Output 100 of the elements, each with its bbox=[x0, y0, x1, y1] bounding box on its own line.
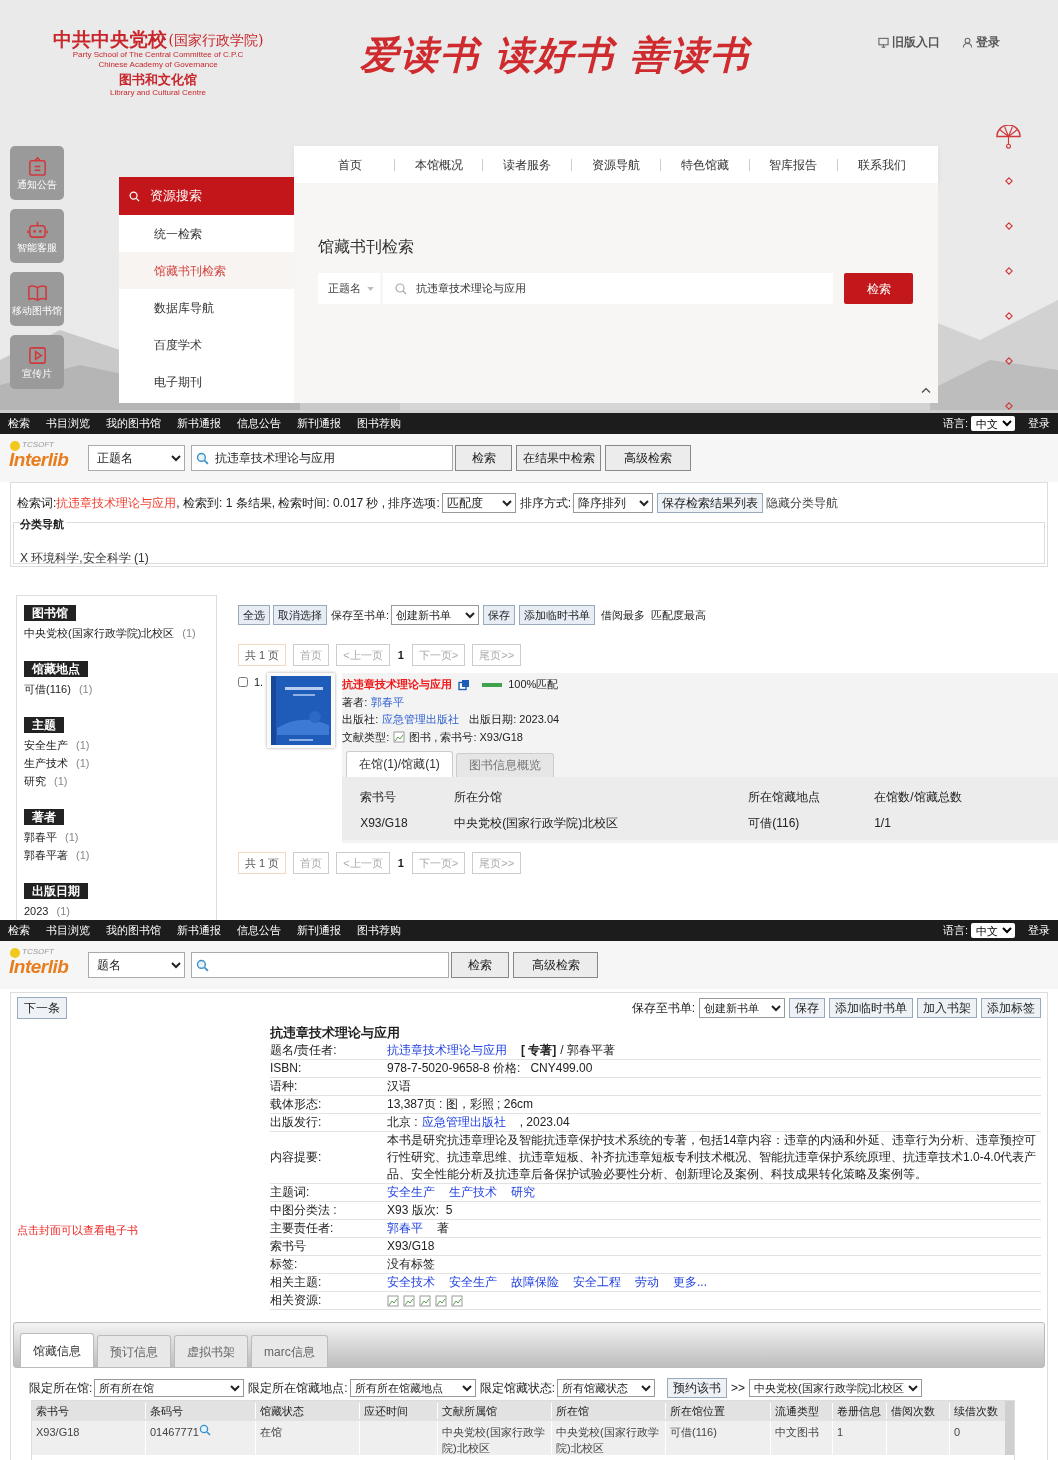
menu-link[interactable]: 检索 bbox=[8, 415, 30, 432]
menu-link[interactable]: 新刊通报 bbox=[297, 922, 341, 939]
language-select[interactable]: 中文 bbox=[971, 416, 1015, 431]
toolbar-button[interactable]: 保存 bbox=[789, 998, 825, 1018]
menu-link[interactable]: 我的图书馆 bbox=[106, 922, 161, 939]
search-button[interactable]: 高级检索 bbox=[513, 952, 598, 978]
search-button[interactable]: 检索 bbox=[451, 952, 509, 978]
menu-link[interactable]: 书目浏览 bbox=[46, 415, 90, 432]
menu-item[interactable]: 百度学术 bbox=[119, 326, 294, 363]
nav-link[interactable]: 本馆概况 bbox=[394, 155, 483, 174]
facet-link[interactable]: 郭春平著 bbox=[24, 846, 68, 864]
booklist-select[interactable]: 创建新书单 bbox=[699, 998, 785, 1018]
menu-item[interactable]: 数据库导航 bbox=[119, 289, 294, 326]
detail-tab[interactable]: 虚拟书架 bbox=[174, 1335, 248, 1367]
link[interactable]: 抗违章技术理论与应用 bbox=[387, 1042, 507, 1059]
toolbar-button[interactable]: 全选 bbox=[238, 605, 270, 625]
search-button[interactable]: 检索 bbox=[455, 445, 512, 471]
link[interactable]: 安全生产 bbox=[449, 1274, 497, 1291]
diamond-icon[interactable] bbox=[1004, 402, 1013, 410]
menu-link[interactable]: 新书通报 bbox=[177, 415, 221, 432]
field-select[interactable]: 正题名 bbox=[88, 445, 185, 471]
add-temp-list-button[interactable]: 添加临时书单 bbox=[519, 605, 596, 625]
menu-link[interactable]: 书目浏览 bbox=[46, 922, 90, 939]
result-tab[interactable]: 在馆(1)/馆藏(1) bbox=[346, 751, 453, 777]
link[interactable]: 更多... bbox=[673, 1274, 707, 1291]
detail-tab[interactable]: marc信息 bbox=[251, 1335, 328, 1367]
menu-link[interactable]: 新书通报 bbox=[177, 922, 221, 939]
menu-link[interactable]: 我的图书馆 bbox=[106, 415, 161, 432]
result-title-link[interactable]: 抗违章技术理论与应用 bbox=[342, 676, 453, 694]
search-field[interactable]: 抗违章技术理论与应用 bbox=[191, 445, 453, 471]
top-link[interactable]: 登录 bbox=[962, 34, 1000, 50]
broken-image-icon[interactable] bbox=[419, 1294, 431, 1307]
category-link[interactable]: X 环境科学,安全科学 (1) bbox=[20, 551, 149, 565]
facet-link[interactable]: 中央党校(国家行政学院)北校区 bbox=[24, 624, 175, 642]
link[interactable]: 劳动 bbox=[635, 1274, 659, 1291]
search-button[interactable]: 在结果中检索 bbox=[516, 445, 601, 471]
order-select[interactable]: 降序排列 bbox=[573, 493, 654, 513]
detail-tab[interactable]: 馆藏信息 bbox=[20, 1333, 94, 1367]
facet-link[interactable]: 安全生产 bbox=[24, 736, 68, 754]
toolbar-button[interactable]: 添加临时书单 bbox=[829, 998, 913, 1018]
toolbar-button[interactable]: 取消选择 bbox=[273, 605, 327, 625]
broken-image-icon[interactable] bbox=[451, 1294, 463, 1307]
link[interactable]: 安全生产 bbox=[387, 1184, 435, 1201]
toolbar-button[interactable]: 加入书架 bbox=[917, 998, 977, 1018]
next-record-button[interactable]: 下一条 bbox=[17, 997, 67, 1019]
result-tab[interactable]: 图书信息概览 bbox=[455, 753, 554, 777]
branch-select[interactable]: 中央党校(国家行政学院)北校区 bbox=[749, 1379, 923, 1397]
broken-image-icon[interactable] bbox=[387, 1294, 399, 1307]
link[interactable]: 研究 bbox=[511, 1184, 535, 1201]
link[interactable]: 安全工程 bbox=[573, 1274, 621, 1291]
diamond-icon[interactable] bbox=[1004, 177, 1013, 185]
link[interactable]: 郭春平 bbox=[387, 1220, 423, 1237]
top-link[interactable]: 旧版入口 bbox=[878, 34, 940, 50]
detail-tab[interactable]: 预订信息 bbox=[97, 1335, 171, 1367]
field-select[interactable]: 题名 bbox=[88, 952, 185, 978]
facet-link[interactable]: 郭春平 bbox=[24, 828, 57, 846]
link[interactable]: 安全技术 bbox=[387, 1274, 435, 1291]
menu-link[interactable]: 新刊通报 bbox=[297, 415, 341, 432]
menu-item[interactable]: 统一检索 bbox=[119, 215, 294, 252]
broken-image-icon[interactable] bbox=[435, 1294, 447, 1307]
sort-link[interactable]: 借阅最多 bbox=[601, 606, 646, 624]
field-select[interactable]: 正题名 bbox=[318, 273, 380, 304]
save-results-button[interactable]: 保存检索结果列表 bbox=[657, 493, 764, 513]
search-field[interactable]: 抗违章技术理论与应用 bbox=[383, 273, 833, 304]
filter-select[interactable]: 所有所在馆 bbox=[94, 1379, 245, 1397]
menu-item[interactable]: 馆藏书刊检索 bbox=[119, 252, 294, 289]
up-caret-icon[interactable] bbox=[921, 387, 931, 393]
toolbar-button[interactable]: 添加标签 bbox=[981, 998, 1041, 1018]
link[interactable]: 生产技术 bbox=[449, 1184, 497, 1201]
menu-link[interactable]: 检索 bbox=[8, 922, 30, 939]
hide-navigation-link[interactable]: 隐藏分类导航 bbox=[766, 494, 839, 512]
nav-link[interactable]: 联系我们 bbox=[838, 155, 927, 174]
search-icon[interactable] bbox=[198, 1424, 211, 1436]
search-button[interactable]: 高级检索 bbox=[605, 445, 691, 471]
publisher-link[interactable]: 应急管理出版社 bbox=[382, 711, 460, 729]
filter-select[interactable]: 所有所在馆藏地点 bbox=[349, 1379, 476, 1397]
nav-link[interactable]: 智库报告 bbox=[749, 155, 838, 174]
copy-icon[interactable] bbox=[458, 678, 471, 691]
facet-link[interactable]: 可借(116) bbox=[24, 680, 71, 698]
facet-link[interactable]: 2023 bbox=[24, 902, 49, 920]
author-link[interactable]: 郭春平 bbox=[371, 693, 405, 711]
menu-link[interactable]: 图书荐购 bbox=[357, 922, 401, 939]
menu-link[interactable]: 信息公告 bbox=[237, 415, 281, 432]
booklist-select[interactable]: 创建新书单 bbox=[391, 605, 480, 625]
diamond-icon[interactable] bbox=[1004, 312, 1013, 320]
nav-link[interactable]: 读者服务 bbox=[483, 155, 572, 174]
sort-link[interactable]: 匹配度最高 bbox=[651, 606, 707, 624]
link[interactable]: 故障保险 bbox=[511, 1274, 559, 1291]
search-button[interactable]: 检索 bbox=[844, 273, 913, 304]
diamond-icon[interactable] bbox=[1004, 267, 1013, 275]
facet-link[interactable]: 生产技术 bbox=[24, 754, 68, 772]
link[interactable]: 应急管理出版社 bbox=[421, 1114, 506, 1131]
filter-select[interactable]: 所有馆藏状态 bbox=[557, 1379, 656, 1397]
language-select[interactable]: 中文 bbox=[971, 923, 1015, 938]
reserve-button[interactable]: 预约该书 bbox=[667, 1378, 728, 1398]
scrollbar[interactable] bbox=[1005, 1401, 1014, 1455]
search-field[interactable] bbox=[191, 952, 449, 978]
diamond-icon[interactable] bbox=[1004, 222, 1013, 230]
menu-link[interactable]: 图书荐购 bbox=[357, 415, 401, 432]
login-link[interactable]: 登录 bbox=[1028, 922, 1050, 939]
